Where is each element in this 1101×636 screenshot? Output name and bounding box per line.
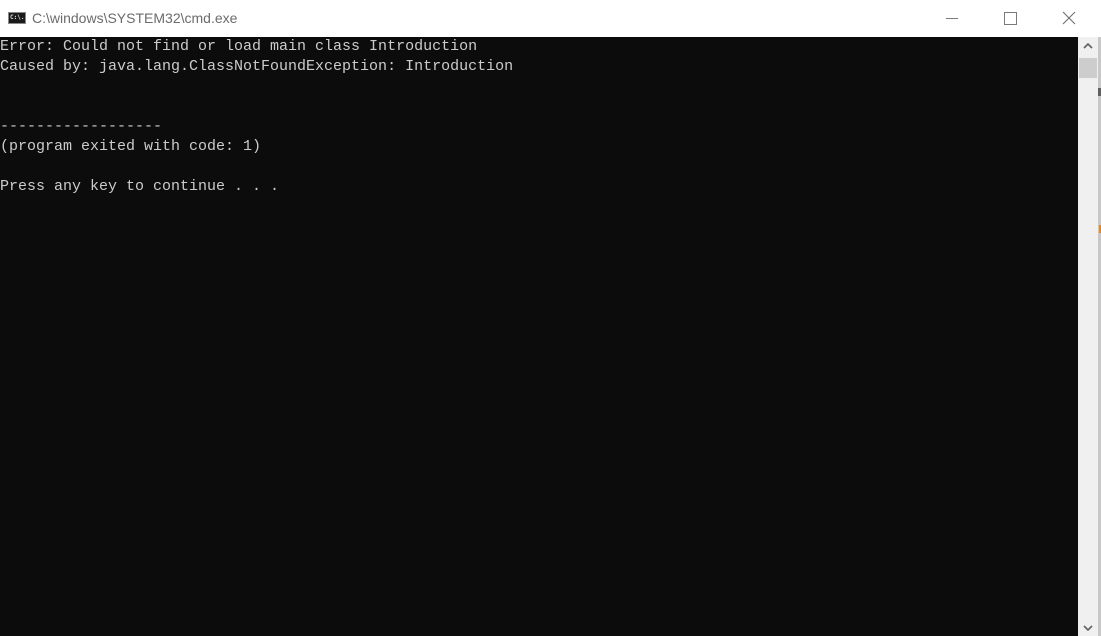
console-line-caused-by: Caused by: java.lang.ClassNotFoundExcept… [0,58,514,75]
scrollbar-thumb[interactable] [1079,58,1097,78]
console-output[interactable]: Error: Could not find or load main class… [0,37,1078,636]
vertical-scrollbar[interactable] [1078,37,1098,636]
maximize-icon [1003,11,1017,25]
console-line-press-any-key: Press any key to continue . . . [0,178,280,195]
maximize-button[interactable] [981,0,1039,36]
title-bar[interactable]: C:\. C:\windows\SYSTEM32\cmd.exe [0,0,1101,37]
console-line-blank [0,97,1078,117]
console-line-blank [0,157,1078,177]
scroll-down-button[interactable] [1078,619,1098,636]
close-button[interactable] [1040,0,1098,36]
cmd-icon-text: C:\. [10,14,25,21]
scroll-up-button[interactable] [1078,37,1098,54]
console-line-error: Error: Could not find or load main class… [0,38,478,55]
console-text: Error: Could not find or load main class… [0,37,1078,197]
chevron-up-icon [1083,42,1093,49]
chevron-down-icon [1083,624,1093,631]
console-line-exit-code: (program exited with code: 1) [0,138,262,155]
console-line-separator: ------------------ [0,118,163,135]
console-line-blank [0,77,1078,97]
minimize-icon [946,17,958,19]
close-icon [1062,11,1076,25]
minimize-button[interactable] [923,0,981,36]
cmd-icon: C:\. [8,12,26,24]
window-title: C:\windows\SYSTEM32\cmd.exe [32,10,238,26]
